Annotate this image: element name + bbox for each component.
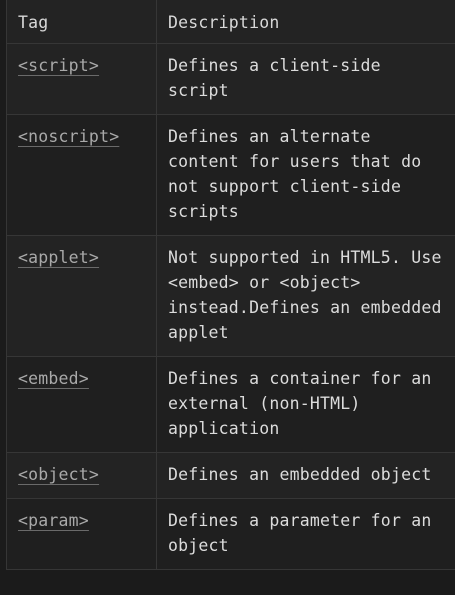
tag-cell: <script> — [6, 43, 157, 115]
table-row: <param> Defines a parameter for an objec… — [6, 498, 455, 570]
tag-link-param[interactable]: <param> — [18, 511, 89, 530]
column-header-description: Description — [156, 0, 455, 44]
description-cell: Not supported in HTML5. Use <embed> or <… — [156, 235, 455, 357]
table-row: <object> Defines an embedded object — [6, 452, 455, 499]
table-row: <script> Defines a client-side script — [6, 43, 455, 115]
description-cell: Defines a container for an external (non… — [156, 356, 455, 453]
table-header-row: Tag Description — [6, 0, 455, 44]
tags-table-container: Tag Description <script> Defines a clien… — [6, 0, 455, 570]
tag-link-script[interactable]: <script> — [18, 56, 99, 75]
table-row: <noscript> Defines an alternate content … — [6, 114, 455, 236]
description-cell: Defines an embedded object — [156, 452, 455, 499]
table-row: <embed> Defines a container for an exter… — [6, 356, 455, 453]
table-row: <applet> Not supported in HTML5. Use <em… — [6, 235, 455, 357]
tag-cell: <applet> — [6, 235, 157, 357]
tag-link-embed[interactable]: <embed> — [18, 369, 89, 388]
tag-link-noscript[interactable]: <noscript> — [18, 127, 119, 146]
column-header-tag: Tag — [6, 0, 157, 44]
tag-link-object[interactable]: <object> — [18, 465, 99, 484]
description-cell: Defines a client-side script — [156, 43, 455, 115]
tag-cell: <embed> — [6, 356, 157, 453]
tag-link-applet[interactable]: <applet> — [18, 248, 99, 267]
tag-cell: <object> — [6, 452, 157, 499]
description-cell: Defines an alternate content for users t… — [156, 114, 455, 236]
tag-cell: <noscript> — [6, 114, 157, 236]
description-cell: Defines a parameter for an object — [156, 498, 455, 570]
tag-cell: <param> — [6, 498, 157, 570]
tags-table: Tag Description <script> Defines a clien… — [6, 0, 455, 570]
